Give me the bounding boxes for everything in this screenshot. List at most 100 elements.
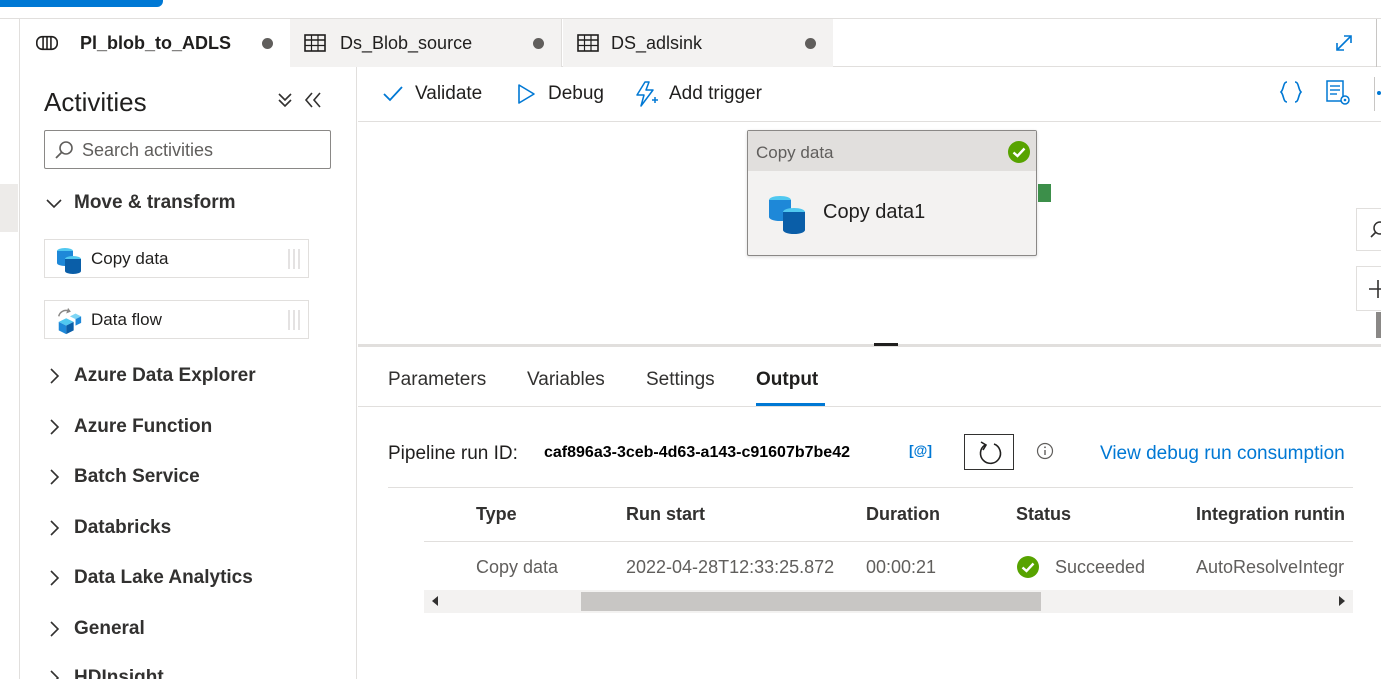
- view-debug-run-consumption-link[interactable]: View debug run consumption: [1100, 443, 1345, 465]
- activity-copy-data[interactable]: Copy data: [44, 239, 309, 278]
- node-type: Copy data: [756, 143, 834, 162]
- chevron-right-icon: [50, 419, 60, 435]
- group-label: Azure Data Explorer: [74, 365, 256, 386]
- column-header-integration-runtime[interactable]: Integration runtin: [1196, 504, 1353, 525]
- checkmark-icon: [383, 86, 403, 102]
- activity-node-copy-data1[interactable]: Copy data Copy data1: [747, 130, 1037, 256]
- validate-button[interactable]: Validate: [382, 79, 482, 109]
- chevron-right-icon: [50, 368, 60, 384]
- add-trigger-label: Add trigger: [669, 83, 762, 104]
- collapse-icons: [278, 92, 321, 108]
- group-batch-service[interactable]: Batch Service: [44, 462, 200, 492]
- chevron-right-icon: [50, 520, 60, 536]
- activity-data-flow[interactable]: Data flow: [44, 300, 309, 339]
- debug-label: Debug: [548, 83, 604, 104]
- tab-parameters[interactable]: Parameters: [388, 369, 486, 391]
- refresh-button[interactable]: [964, 434, 1014, 470]
- group-general[interactable]: General: [44, 614, 145, 644]
- scrollbar-thumb[interactable]: [581, 592, 1041, 611]
- hide-pane-icon[interactable]: [304, 92, 321, 108]
- success-output-handle[interactable]: [1038, 184, 1051, 202]
- drag-handle-icon[interactable]: [286, 248, 302, 270]
- pipeline-toolbar: Validate Debug Add trigger: [358, 67, 1381, 122]
- debug-button[interactable]: Debug: [515, 79, 604, 109]
- column-header-status[interactable]: Status: [1016, 504, 1071, 525]
- chevron-right-icon: [50, 570, 60, 586]
- copy-icon[interactable]: [@]: [909, 442, 932, 458]
- search-input[interactable]: [82, 136, 322, 164]
- tab-bar: Pl_blob_to_ADLS Ds_Blob_source DS_adlsin…: [20, 19, 1381, 67]
- run-id-label: Pipeline run ID:: [388, 443, 518, 464]
- validate-label: Validate: [415, 83, 483, 104]
- group-label: General: [74, 618, 145, 639]
- activity-label: Copy data: [91, 249, 169, 268]
- chevron-right-icon: [50, 621, 60, 637]
- info-icon[interactable]: [1036, 442, 1054, 460]
- tab-label: DS_adlsink: [611, 33, 703, 53]
- cell-duration: 00:00:21: [866, 557, 937, 577]
- node-name: Copy data1: [823, 201, 926, 223]
- group-databricks[interactable]: Databricks: [44, 513, 171, 543]
- tab-variables[interactable]: Variables: [527, 369, 605, 391]
- pipeline-icon: [36, 35, 58, 51]
- tab-ds-adlsink[interactable]: DS_adlsink: [563, 19, 833, 67]
- unsaved-dot: [262, 38, 273, 49]
- left-rail-selection: [0, 184, 18, 232]
- splitter-grip[interactable]: [874, 343, 898, 346]
- chevron-down-icon: [46, 199, 62, 209]
- column-header-duration[interactable]: Duration: [866, 504, 940, 525]
- column-header-run-start[interactable]: Run start: [626, 504, 705, 525]
- cell-integration-runtime: AutoResolveIntegr: [1196, 557, 1345, 577]
- tab-output[interactable]: Output: [756, 369, 818, 391]
- activities-title: Activities: [44, 87, 147, 117]
- code-icon[interactable]: [1278, 79, 1304, 105]
- group-label: HDInsight: [74, 667, 164, 679]
- search-icon: [55, 141, 73, 159]
- activities-pane: Activities Move & transform: [20, 67, 357, 679]
- canvas-scrollbar[interactable]: [1376, 312, 1381, 338]
- node-header: Copy data: [748, 131, 1036, 171]
- refresh-icon: [979, 441, 1002, 465]
- active-tab-indicator: [756, 403, 825, 406]
- expand-icon[interactable]: [1332, 31, 1356, 55]
- panel-tabs: Parameters Variables Settings Output: [358, 347, 1381, 407]
- group-label: Data Lake Analytics: [74, 567, 253, 588]
- scroll-left-icon[interactable]: [432, 596, 438, 606]
- collapse-all-icon[interactable]: [278, 93, 292, 108]
- more-icon[interactable]: [1377, 91, 1381, 95]
- play-icon: [518, 84, 535, 104]
- table-row[interactable]: Copy data 2022-04-28T12:33:25.872 00:00:…: [424, 543, 1353, 590]
- cell-run-start: 2022-04-28T12:33:25.872: [626, 557, 835, 577]
- tab-ds-blob-source[interactable]: Ds_Blob_source: [290, 19, 562, 67]
- tab-label: Pl_blob_to_ADLS: [80, 33, 232, 53]
- table-icon: [577, 34, 599, 52]
- canvas-search-button[interactable]: [1356, 208, 1381, 251]
- group-label: Batch Service: [74, 466, 200, 487]
- chevron-right-icon: [50, 469, 60, 485]
- tab-pipeline[interactable]: Pl_blob_to_ADLS: [20, 19, 290, 67]
- zoom-in-button[interactable]: [1356, 266, 1381, 311]
- drag-handle-icon[interactable]: [286, 309, 302, 331]
- group-hdinsight[interactable]: HDInsight: [44, 663, 164, 679]
- tab-settings[interactable]: Settings: [646, 369, 715, 391]
- add-trigger-button[interactable]: Add trigger: [634, 79, 762, 109]
- column-header-type[interactable]: Type: [476, 504, 517, 525]
- unsaved-dot: [533, 38, 544, 49]
- properties-icon[interactable]: [1324, 79, 1352, 107]
- group-label: Azure Function: [74, 416, 213, 437]
- data-flow-icon: [58, 307, 82, 335]
- horizontal-scrollbar[interactable]: [424, 590, 1353, 613]
- pipeline-run-info: Pipeline run ID: caf896a3-3ceb-4d63-a143…: [388, 434, 1378, 470]
- left-rail: [0, 19, 20, 679]
- group-azure-data-explorer[interactable]: Azure Data Explorer: [44, 361, 256, 391]
- table-header: Type Run start Duration Status Integrati…: [424, 487, 1353, 542]
- scroll-right-icon[interactable]: [1339, 596, 1345, 606]
- activity-runs-table: Type Run start Duration Status Integrati…: [388, 487, 1353, 617]
- toolbar-divider: [1374, 77, 1375, 111]
- tabbar-divider: [1376, 19, 1377, 67]
- group-azure-function[interactable]: Azure Function: [44, 412, 212, 442]
- group-data-lake-analytics[interactable]: Data Lake Analytics: [44, 563, 253, 593]
- copy-data-icon: [769, 196, 805, 234]
- group-move-transform[interactable]: Move & transform: [44, 188, 236, 218]
- pipeline-canvas[interactable]: Copy data Copy data1: [358, 122, 1381, 344]
